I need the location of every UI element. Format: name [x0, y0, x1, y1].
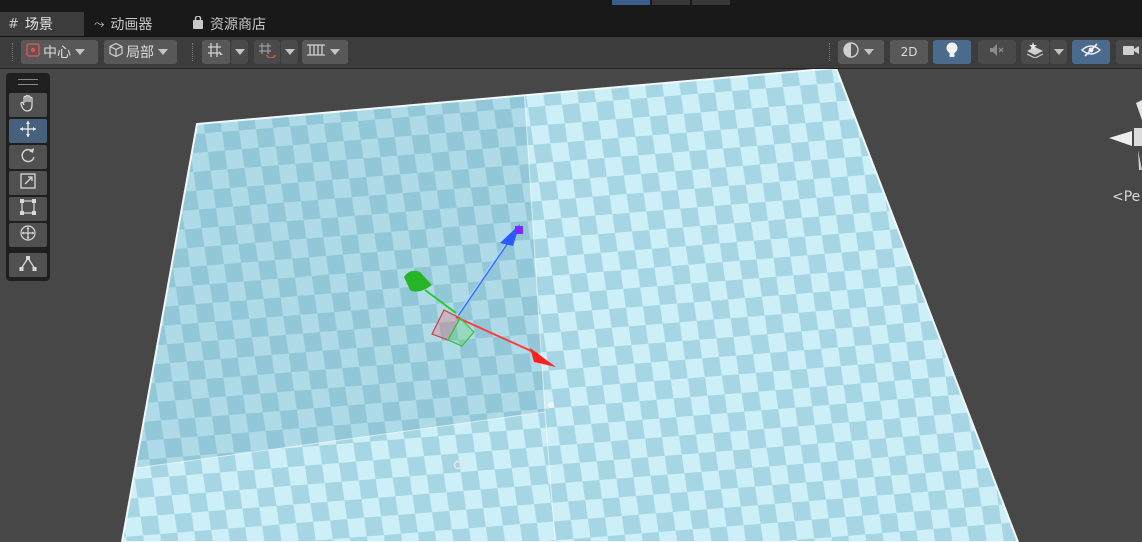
hash-icon: # [8, 16, 19, 32]
layers-star-icon [1026, 42, 1044, 62]
shading-mode-icon [842, 41, 860, 63]
scene-camera-button[interactable] [1116, 40, 1142, 64]
effects-toggle-button[interactable] [1021, 40, 1049, 64]
scale-tool-button[interactable] [9, 171, 47, 195]
move-tool-button[interactable] [9, 119, 47, 143]
chevron-down-icon [330, 49, 340, 55]
projection-label: Pe [1123, 189, 1141, 205]
custom-editor-tool-button[interactable] [9, 253, 47, 277]
tab-animator[interactable]: ⤳ 动画器 [86, 12, 182, 36]
playmode-step-segment[interactable] [692, 0, 730, 5]
transform-icon [19, 224, 37, 246]
tab-animator-label: 动画器 [110, 17, 153, 33]
animator-icon: ⤳ [94, 16, 105, 32]
hand-tool-button[interactable] [9, 93, 47, 117]
rotate-icon [19, 146, 37, 168]
playmode-play-segment[interactable] [612, 0, 650, 5]
scene-canvas[interactable] [0, 69, 1142, 542]
move-arrows-icon [19, 120, 37, 142]
scene-viewport[interactable] [0, 69, 1142, 542]
draw-mode-dropdown[interactable] [838, 40, 884, 64]
toolbar-grip[interactable] [192, 43, 195, 61]
tab-asset-store-label: 资源商店 [210, 17, 266, 33]
tab-scene[interactable]: # 场景 [0, 12, 84, 36]
pivot-mode-dropdown[interactable]: 中心 [21, 40, 98, 64]
palette-drag-handle[interactable] [18, 79, 38, 85]
eye-slash-icon [1080, 42, 1102, 62]
orientation-cube-icon[interactable] [1134, 128, 1142, 146]
ruler-grid-icon [306, 42, 326, 62]
hand-icon [19, 94, 37, 116]
chevron-left-icon: < [1112, 189, 1124, 205]
pivot-mode-label: 中心 [43, 45, 71, 61]
transform-tool-button[interactable] [9, 223, 47, 247]
toggle-2d-button[interactable]: 2D [890, 40, 928, 64]
grid-visibility-dropdown[interactable] [302, 40, 348, 64]
chevron-down-icon [864, 49, 874, 55]
window-top-strip [0, 0, 1142, 12]
scene-visibility-toggle-button[interactable] [1072, 40, 1110, 64]
chevron-down-icon [158, 49, 168, 55]
chevron-down-icon [234, 49, 245, 55]
z-axis-cap-icon [515, 226, 523, 234]
custom-tool-icon [19, 254, 37, 276]
audio-mute-icon [988, 42, 1006, 62]
pivot-rotation-dropdown[interactable]: 局部 [104, 40, 177, 64]
rotate-tool-button[interactable] [9, 145, 47, 169]
audio-toggle-button[interactable] [978, 40, 1016, 64]
increment-snap-icon [258, 42, 276, 62]
pivot-rotation-label: 局部 [126, 45, 154, 61]
tab-asset-store[interactable]: 资源商店 [184, 12, 284, 36]
rect-tool-button[interactable] [9, 197, 47, 221]
lightbulb-icon [945, 41, 959, 63]
rect-transform-icon [19, 198, 37, 220]
camera-icon [1122, 43, 1140, 61]
editor-tab-bar: # 场景 ⤳ 动画器 资源商店 [0, 12, 1142, 37]
increment-snap-dropdown[interactable] [281, 40, 298, 64]
playmode-pause-segment[interactable] [652, 0, 690, 5]
toolbar-grip[interactable] [829, 43, 832, 61]
light-marker-icon [548, 402, 554, 408]
projection-toggle[interactable]: <Pe [1112, 189, 1140, 205]
grid-snapping-button[interactable] [202, 40, 230, 64]
grid-snap-icon [207, 42, 225, 62]
effects-dropdown[interactable] [1050, 40, 1067, 64]
scale-icon [19, 172, 37, 194]
shopping-bag-icon [192, 14, 204, 33]
scene-toolbar: 中心 局部 2D [0, 37, 1142, 69]
tab-scene-label: 场景 [24, 17, 53, 33]
chevron-down-icon [75, 49, 85, 55]
tool-palette [6, 73, 50, 281]
lighting-toggle-button[interactable] [933, 40, 971, 64]
increment-snap-button[interactable] [254, 40, 280, 64]
chevron-down-icon [1053, 49, 1064, 55]
pivot-icon [25, 42, 41, 62]
toggle-2d-label: 2D [900, 45, 918, 59]
chevron-down-icon [284, 49, 295, 55]
cube-icon [108, 42, 124, 62]
grid-snapping-dropdown[interactable] [231, 40, 248, 64]
toolbar-grip[interactable] [12, 43, 15, 61]
